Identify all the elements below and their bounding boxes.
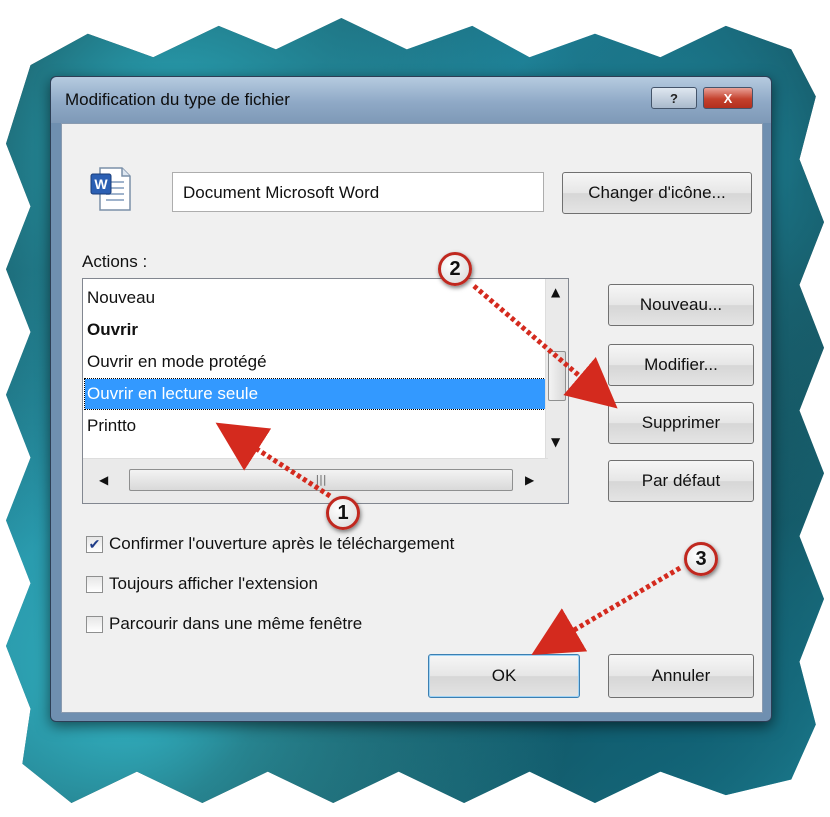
file-type-name-field[interactable]: Document Microsoft Word	[172, 172, 544, 212]
dialog-title: Modification du type de fichier	[65, 90, 290, 109]
list-item-ouvrir-protege[interactable]: Ouvrir en mode protégé	[85, 347, 547, 377]
scroll-left-icon[interactable]: ◀	[99, 473, 108, 487]
confirm-open-label: Confirmer l'ouverture après le télécharg…	[109, 534, 455, 553]
vertical-scroll-thumb[interactable]	[548, 351, 566, 401]
cancel-button[interactable]: Annuler	[608, 654, 754, 698]
close-button[interactable]: X	[703, 87, 753, 109]
always-show-extension-row[interactable]: Toujours afficher l'extension	[86, 574, 318, 594]
change-icon-button[interactable]: Changer d'icône...	[562, 172, 752, 214]
always-show-extension-label: Toujours afficher l'extension	[109, 574, 318, 593]
confirm-open-checkbox[interactable]: ✔	[86, 535, 103, 553]
edit-action-button[interactable]: Modifier...	[608, 344, 754, 386]
scroll-corner	[546, 459, 568, 503]
dialog-client-area: W Document Microsoft Word Changer d'icôn…	[61, 123, 763, 713]
actions-listbox[interactable]: Nouveau Ouvrir Ouvrir en mode protégé Ou…	[82, 278, 569, 504]
always-show-extension-checkbox[interactable]	[86, 575, 103, 593]
list-item-ouvrir-lecture-seule[interactable]: Ouvrir en lecture seule	[84, 378, 548, 410]
vertical-scrollbar[interactable]: ▲ ▼	[545, 279, 568, 459]
callout-3: 3	[684, 542, 718, 576]
help-button[interactable]: ?	[651, 87, 697, 109]
list-item-ouvrir[interactable]: Ouvrir	[85, 315, 547, 345]
svg-text:W: W	[94, 176, 108, 192]
browse-same-window-label: Parcourir dans une même fenêtre	[109, 614, 363, 633]
callout-1: 1	[326, 496, 360, 530]
actions-label: Actions :	[82, 252, 148, 271]
confirm-open-row[interactable]: ✔ Confirmer l'ouverture après le télécha…	[86, 534, 454, 554]
file-type-dialog: Modification du type de fichier ? X W Do…	[50, 76, 772, 722]
horizontal-scroll-thumb[interactable]: |||	[129, 469, 513, 491]
list-item-nouveau[interactable]: Nouveau	[85, 283, 547, 313]
browse-same-window-checkbox[interactable]	[86, 615, 103, 633]
list-item-printto[interactable]: Printto	[85, 411, 547, 441]
scroll-right-icon[interactable]: ▶	[525, 473, 534, 487]
callout-2: 2	[438, 252, 472, 286]
browse-same-window-row[interactable]: Parcourir dans une même fenêtre	[86, 614, 362, 634]
scroll-up-icon[interactable]: ▲	[551, 285, 560, 299]
scroll-down-icon[interactable]: ▼	[551, 435, 560, 449]
new-action-button[interactable]: Nouveau...	[608, 284, 754, 326]
set-default-button[interactable]: Par défaut	[608, 460, 754, 502]
delete-action-button[interactable]: Supprimer	[608, 402, 754, 444]
word-document-icon: W	[90, 167, 131, 211]
ok-button[interactable]: OK	[428, 654, 580, 698]
title-bar: Modification du type de fichier ? X	[51, 77, 771, 123]
horizontal-scrollbar[interactable]: ◀ ||| ▶	[83, 458, 548, 503]
